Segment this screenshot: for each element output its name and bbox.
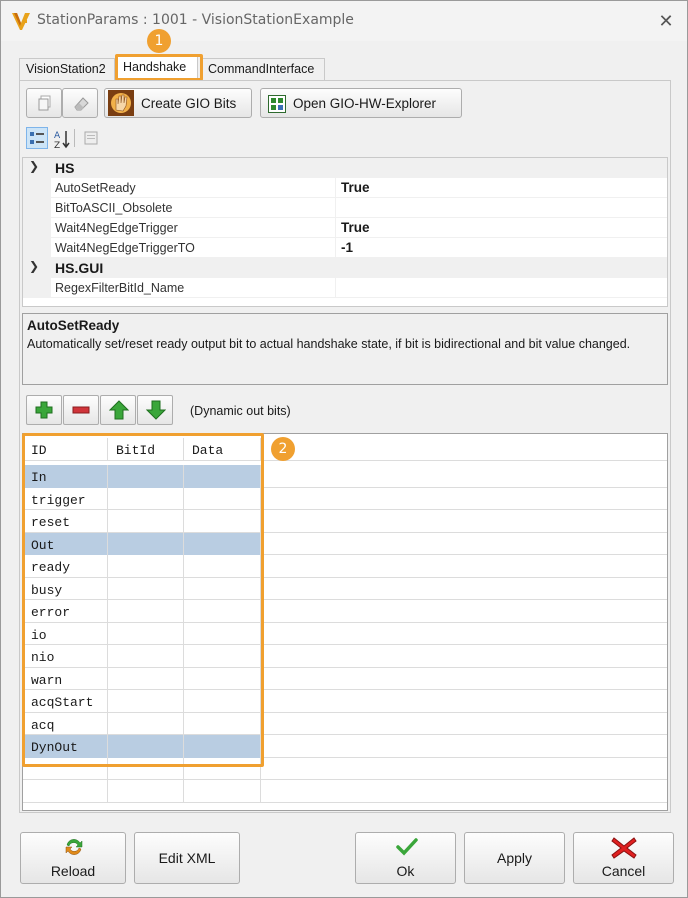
tab-label: VisionStation2 [26,62,106,76]
red-x-icon [611,837,637,859]
eraser-button[interactable] [62,88,98,118]
property-row-regexfilter[interactable]: RegexFilterBitId_Name [23,278,667,298]
cancel-button[interactable]: Cancel [573,832,674,884]
description-title: AutoSetReady [27,318,120,333]
property-row-wait4negedgetrigger[interactable]: Wait4NegEdgeTrigger True [23,218,667,238]
remove-bit-button[interactable] [63,395,99,425]
move-down-button[interactable] [137,395,173,425]
property-name: BitToASCII_Obsolete [55,201,173,215]
apply-button[interactable]: Apply [464,832,565,884]
description-text: Automatically set/reset ready output bit… [27,337,631,351]
property-value[interactable]: True [341,220,370,235]
apply-label: Apply [496,850,533,866]
minus-icon [72,406,90,414]
property-pages-icon [84,131,98,145]
dynamic-out-bits-caption: (Dynamic out bits) [190,404,291,418]
row-gutter [23,278,51,298]
svg-text:A: A [54,131,61,141]
cancel-label: Cancel [601,863,646,879]
reload-button[interactable]: Reload [20,832,126,884]
create-gio-bits-label: Create GIO Bits [141,96,237,111]
arrow-up-icon [109,400,129,420]
copy-button[interactable] [26,88,62,118]
eraser-icon [74,97,89,111]
row-gutter [23,238,51,258]
category-hs-gui[interactable]: ❯ HS.GUI [23,258,667,278]
tab-visionstation2[interactable]: VisionStation2 [19,58,115,80]
chevron-down-icon[interactable]: ❯ [29,259,39,273]
property-row-autosetready[interactable]: AutoSetReady True [23,178,667,198]
reload-icon [65,839,83,855]
empty-cell [108,780,184,803]
copy-icon [38,95,51,111]
tab-commandinterface[interactable]: CommandInterface [201,58,325,80]
svg-text:Z: Z [54,141,60,150]
vision-logo-icon [12,13,30,30]
title-bar: StationParams : 1001 - VisionStationExam… [1,1,687,41]
column-separator [335,198,336,218]
sort-alphabetical-button[interactable]: A Z [50,127,72,150]
callout-badge-2: 2 [271,437,295,461]
add-bit-button[interactable] [26,395,62,425]
edit-xml-label: Edit XML [158,850,216,866]
property-name: Wait4NegEdgeTrigger [55,221,178,235]
row-gutter [23,218,51,238]
edit-xml-button[interactable]: Edit XML [134,832,240,884]
ok-button[interactable]: Ok [355,832,456,884]
category-name: HS.GUI [55,260,104,276]
column-separator [335,178,336,198]
arrow-down-icon [146,400,166,420]
open-gio-hw-explorer-label: Open GIO-HW-Explorer [293,96,437,111]
category-hs[interactable]: ❯ HS [23,158,667,178]
chevron-down-icon[interactable]: ❯ [29,159,39,173]
checkmark-icon [396,838,418,856]
column-separator [335,238,336,258]
column-separator [335,278,336,298]
create-gio-bits-button[interactable]: Create GIO Bits [104,88,252,118]
empty-cell [184,780,261,803]
empty-row [23,780,667,803]
close-icon: ✕ [658,11,674,31]
property-name: Wait4NegEdgeTriggerTO [55,241,195,255]
column-separator [335,218,336,238]
callout-badge-1: 1 [147,29,171,53]
row-gutter [23,178,51,198]
plus-icon [35,401,53,419]
property-name: RegexFilterBitId_Name [55,281,185,295]
hand-gesture-icon [108,90,134,116]
categorized-icon [30,132,44,144]
empty-cell [23,780,108,803]
tab-label: CommandInterface [208,62,315,76]
property-name: AutoSetReady [55,181,136,195]
reload-label: Reload [50,863,96,879]
toolbar-separator [74,129,75,147]
sort-az-icon: A Z [54,131,70,150]
window-title: StationParams : 1001 - VisionStationExam… [37,12,354,28]
callout-highlight-handshake-tab [115,54,203,81]
categorized-button[interactable] [26,127,48,149]
callout-highlight-bits-grid [22,433,264,767]
property-grid: ❯ HS AutoSetReady True BitToASCII_Obsole… [22,157,668,307]
category-name: HS [55,160,75,176]
station-params-window: StationParams : 1001 - VisionStationExam… [0,0,688,898]
close-button[interactable]: ✕ [653,9,679,33]
open-gio-hw-explorer-button[interactable]: Open GIO-HW-Explorer [260,88,462,118]
move-up-button[interactable] [100,395,136,425]
grid-window-icon [268,95,286,113]
property-row-wait4negedgetriggerto[interactable]: Wait4NegEdgeTriggerTO -1 [23,238,667,258]
property-row-bittoascii[interactable]: BitToASCII_Obsolete [23,198,667,218]
property-value[interactable]: -1 [341,240,353,255]
property-value[interactable]: True [341,180,370,195]
row-gutter [23,198,51,218]
property-description: AutoSetReady Automatically set/reset rea… [22,313,668,385]
property-pages-button[interactable] [80,127,102,149]
ok-label: Ok [396,863,415,879]
